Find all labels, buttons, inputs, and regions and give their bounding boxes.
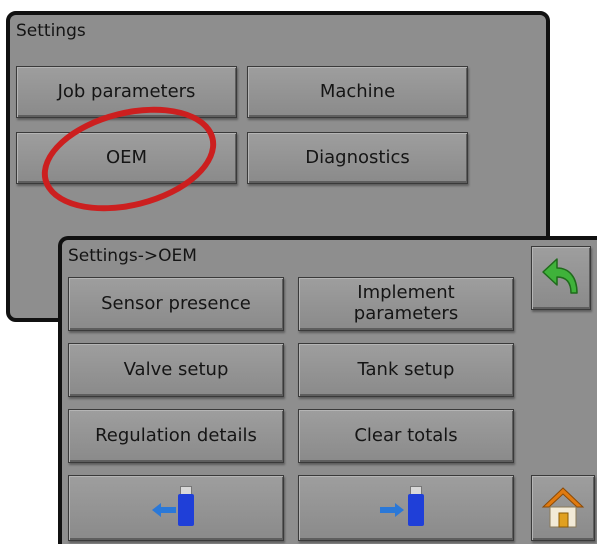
clear-totals-button[interactable]: Clear totals: [298, 409, 514, 463]
valve-setup-button[interactable]: Valve setup: [68, 343, 284, 397]
button-label-line2: parameters: [353, 303, 459, 324]
usb-export-button[interactable]: [68, 475, 284, 541]
home-button[interactable]: [531, 475, 595, 541]
job-parameters-button[interactable]: Job parameters: [16, 66, 237, 118]
implement-parameters-button[interactable]: Implement parameters: [298, 277, 514, 331]
machine-button[interactable]: Machine: [247, 66, 468, 118]
panel-title: Settings->OEM: [68, 246, 197, 266]
panel-title: Settings: [16, 21, 86, 41]
back-arrow-icon: [542, 258, 578, 294]
usb-export-icon: [146, 486, 206, 530]
right-arrow-icon: [380, 503, 404, 517]
sensor-presence-button[interactable]: Sensor presence: [68, 277, 284, 331]
oem-settings-panel: Settings->OEM Sensor presence Implement …: [58, 236, 597, 544]
regulation-details-button[interactable]: Regulation details: [68, 409, 284, 463]
button-label-line1: Implement: [357, 282, 455, 304]
back-button[interactable]: [531, 246, 591, 310]
tank-setup-button[interactable]: Tank setup: [298, 343, 514, 397]
home-icon: [541, 487, 585, 528]
oem-button[interactable]: OEM: [16, 132, 237, 184]
left-arrow-icon: [152, 503, 176, 517]
usb-import-icon: [376, 486, 436, 530]
diagnostics-button[interactable]: Diagnostics: [247, 132, 468, 184]
usb-import-button[interactable]: [298, 475, 514, 541]
